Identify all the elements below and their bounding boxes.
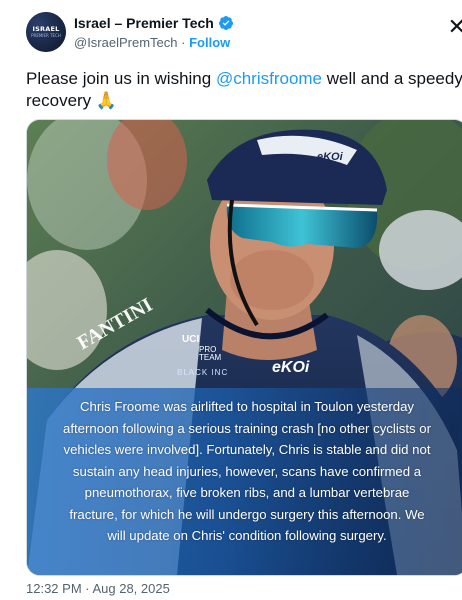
separator-dot: · (181, 35, 186, 50)
jersey-ekoi-text: eKOi (272, 359, 310, 376)
tweet-header: ISRAEL PREMIER TECH Israel – Premier Tec… (26, 12, 462, 56)
avatar[interactable]: ISRAEL PREMIER TECH (26, 12, 66, 52)
avatar-text-israel: ISRAEL (32, 25, 60, 33)
team-logo: ISRAEL PREMIER TECH (26, 12, 66, 52)
close-icon[interactable]: ✕ (448, 14, 462, 40)
image-caption-text: Chris Froome was airlifted to hospital i… (63, 399, 431, 543)
jersey-uci-text: UCI (182, 334, 199, 345)
handle-row: @IsraelPremTech · Follow (74, 35, 230, 50)
display-name[interactable]: Israel – Premier Tech (74, 15, 214, 31)
tweet-text-part1: Please join us in wishing (26, 69, 216, 88)
tweet-text-part2: well and a speedy (322, 69, 462, 88)
tweet-card: ISRAEL PREMIER TECH Israel – Premier Tec… (0, 0, 462, 600)
jersey-team-text: TEAM (199, 353, 222, 362)
mention-link[interactable]: @chrisfroome (216, 69, 322, 88)
helmet-ekoi-text: eKOi (317, 151, 344, 163)
timestamp[interactable]: 12:32 PM · Aug 28, 2025 (26, 581, 170, 596)
avatar-text-premier-tech: PREMIER TECH (31, 33, 61, 38)
follow-button[interactable]: Follow (189, 35, 230, 50)
name-row: Israel – Premier Tech (74, 15, 234, 31)
jersey-black-inc-text: BLACK INC (177, 368, 228, 377)
tweet-media-image[interactable]: FANTINI UCI PRO TEAM BLACK INC eKOi eKOi… (26, 119, 462, 576)
verified-badge-icon (218, 16, 233, 30)
handle[interactable]: @IsraelPremTech (74, 35, 178, 50)
tweet-text: Please join us in wishing @chrisfroome w… (26, 68, 462, 112)
tweet-text-line2: recovery 🙏 (26, 91, 118, 110)
